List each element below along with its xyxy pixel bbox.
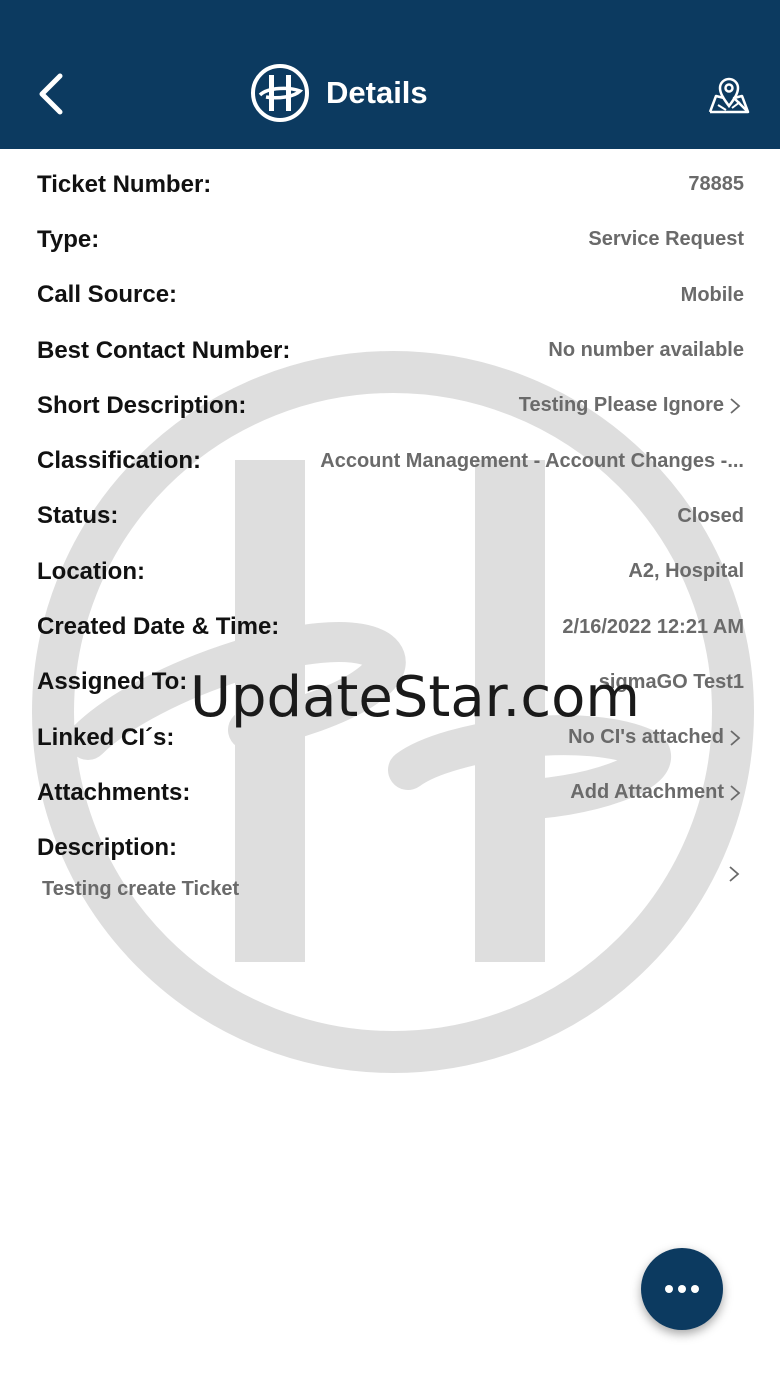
field-value: Closed bbox=[677, 504, 744, 527]
field-value: No CI's attached bbox=[568, 726, 724, 749]
description-value: Testing create Ticket bbox=[42, 878, 240, 900]
field-label: Linked CI´s: bbox=[37, 723, 175, 751]
chevron-right-icon bbox=[730, 729, 741, 746]
field-row-assigned-to: Assigned To: sigmaGO Test1 bbox=[0, 655, 780, 710]
field-row-ticket-number: Ticket Number: 78885 bbox=[0, 157, 780, 212]
header-title-group: Details bbox=[250, 62, 428, 124]
field-label: Attachments: bbox=[37, 778, 191, 806]
field-value: Mobile bbox=[680, 283, 744, 306]
map-button[interactable] bbox=[706, 72, 752, 118]
field-value: Account Management - Account Changes -..… bbox=[320, 449, 744, 472]
field-row-classification: Classification: Account Management - Acc… bbox=[0, 433, 780, 488]
field-row-linked-cis[interactable]: Linked CI´s: No CI's attached bbox=[0, 710, 780, 765]
field-value: 78885 bbox=[688, 173, 744, 196]
chevron-left-icon bbox=[39, 73, 63, 115]
field-value: A2, Hospital bbox=[628, 560, 744, 583]
description-row[interactable]: Description: Testing create Ticket bbox=[0, 828, 780, 928]
field-label: Assigned To: bbox=[37, 668, 188, 696]
app-logo-icon bbox=[251, 64, 309, 122]
field-row-short-description[interactable]: Short Description: Testing Please Ignore bbox=[0, 378, 780, 433]
add-attachment-link[interactable]: Add Attachment bbox=[570, 781, 742, 804]
map-pin-icon bbox=[708, 77, 750, 114]
chevron-right-icon bbox=[729, 866, 740, 882]
page-title: Details bbox=[326, 75, 428, 110]
field-value: Service Request bbox=[588, 228, 744, 251]
field-value: No number available bbox=[548, 339, 744, 362]
field-value: sigmaGO Test1 bbox=[598, 670, 744, 693]
field-row-best-contact-number: Best Contact Number: No number available bbox=[0, 323, 780, 378]
field-row-attachments[interactable]: Attachments: Add Attachment bbox=[0, 765, 780, 820]
field-label: Short Description: bbox=[37, 391, 247, 419]
field-value: Testing Please Ignore bbox=[518, 394, 724, 417]
field-label: Status: bbox=[37, 502, 119, 530]
chevron-right-icon bbox=[730, 398, 741, 414]
more-horizontal-icon bbox=[665, 1285, 699, 1293]
field-label: Ticket Number: bbox=[37, 170, 212, 198]
field-row-status: Status: Closed bbox=[0, 489, 780, 544]
field-row-location: Location: A2, Hospital bbox=[0, 544, 780, 599]
short-description-link[interactable]: Testing Please Ignore bbox=[519, 394, 742, 417]
field-value: 2/16/2022 12:21 AM bbox=[562, 615, 744, 638]
linked-cis-link[interactable]: No CI's attached bbox=[568, 726, 742, 749]
field-label: Type: bbox=[37, 225, 100, 253]
field-label: Classification: bbox=[37, 447, 202, 475]
field-label: Location: bbox=[37, 557, 145, 585]
field-label: Call Source: bbox=[37, 281, 178, 309]
field-label: Best Contact Number: bbox=[37, 336, 291, 364]
back-button[interactable] bbox=[30, 66, 74, 122]
field-value: Add Attachment bbox=[570, 781, 724, 804]
field-row-type: Type: Service Request bbox=[0, 212, 780, 267]
field-row-created-date: Created Date & Time: 2/16/2022 12:21 AM bbox=[0, 599, 780, 654]
app-header: Details bbox=[0, 0, 780, 149]
ticket-details-list: Ticket Number: 78885 Type: Service Reque… bbox=[0, 157, 780, 821]
more-actions-button[interactable] bbox=[641, 1248, 723, 1330]
chevron-right-icon bbox=[730, 785, 741, 801]
description-label: Description: bbox=[37, 834, 178, 861]
field-row-call-source: Call Source: Mobile bbox=[0, 268, 780, 323]
field-label: Created Date & Time: bbox=[37, 613, 280, 641]
